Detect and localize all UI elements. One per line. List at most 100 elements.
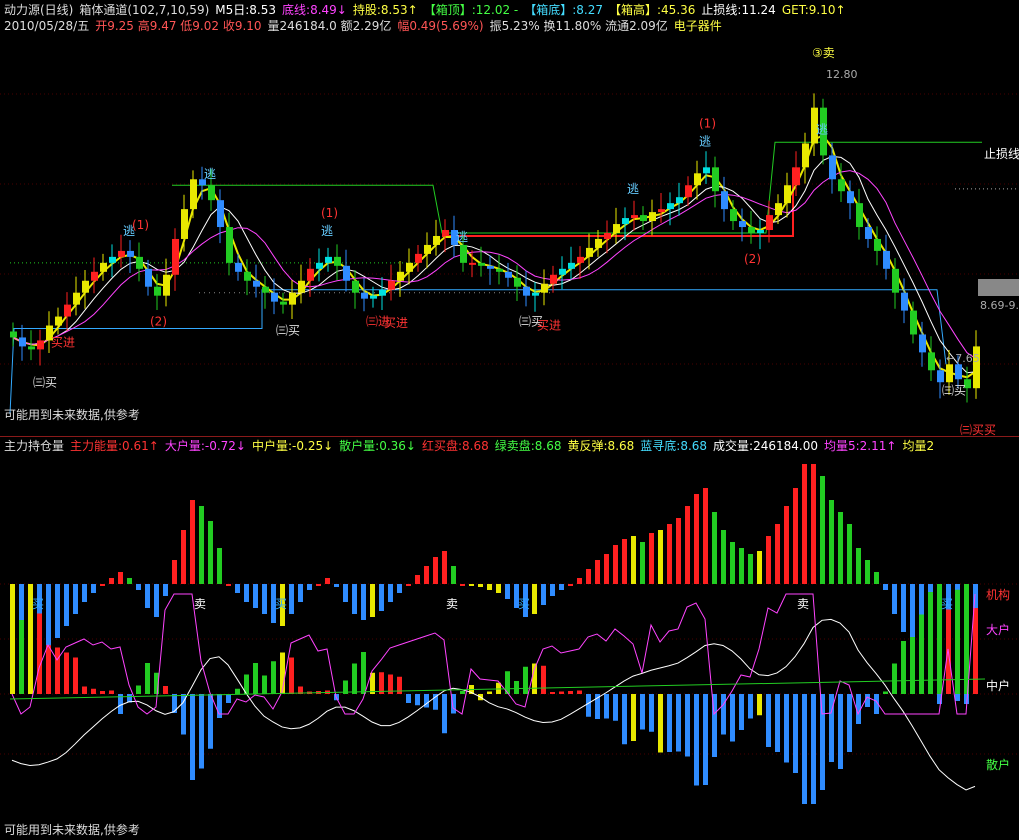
volume-bar xyxy=(568,584,573,586)
candle-body xyxy=(388,280,395,290)
volume-bar xyxy=(406,584,411,586)
volume-bar xyxy=(487,584,492,590)
volume-bar xyxy=(847,524,852,584)
candle-body xyxy=(649,212,656,222)
volume-bar xyxy=(739,548,744,584)
candle-body xyxy=(703,167,710,174)
position-bar xyxy=(802,694,807,804)
candle-body xyxy=(208,185,215,201)
candle-body xyxy=(109,256,116,263)
position-bar xyxy=(19,620,24,694)
header-line2-item-3: 幅0.49(5.69%) xyxy=(397,19,484,33)
position-bar xyxy=(190,694,195,780)
trade-mark: 买 xyxy=(275,597,287,611)
volume-bar xyxy=(802,464,807,584)
position-bar xyxy=(703,694,708,785)
header-line2-item-5: 电子器件 xyxy=(673,19,722,33)
position-bar xyxy=(91,688,96,694)
candle-body xyxy=(901,292,908,311)
volume-bar xyxy=(172,560,177,584)
header-line1-item-7: 【箱高】:45.36 xyxy=(609,3,696,17)
candle-body xyxy=(55,316,62,326)
volume-bar xyxy=(73,584,78,614)
candle-body xyxy=(154,286,161,296)
candle-body xyxy=(514,277,521,287)
position-volume-chart[interactable]: 买 卖 买 卖 买 卖 买 机构大户中户散户 可能用到未来数据,供参考 xyxy=(0,454,1019,840)
position-bar xyxy=(586,694,591,717)
volume-bar xyxy=(199,506,204,584)
candle-body xyxy=(469,262,476,265)
position-bar xyxy=(604,694,609,719)
candle-body xyxy=(676,197,683,204)
position-bar xyxy=(649,694,654,732)
position-bar xyxy=(163,686,168,694)
volume-bar xyxy=(892,584,897,614)
range-tag-label: 8.69-9. xyxy=(980,299,1019,312)
header-line1-item-2: M5日:8.53 xyxy=(215,3,277,17)
candle-body xyxy=(100,262,107,272)
candle-body xyxy=(235,262,242,272)
header-line1-item-4: 持股:8.53↑ xyxy=(352,3,418,17)
candle-body xyxy=(568,262,575,269)
volume-bar xyxy=(298,584,303,602)
volume-bar xyxy=(775,524,780,584)
candle-body xyxy=(892,268,899,293)
volume-bar xyxy=(55,584,60,638)
header-line1-item-3: 底线:8.49↓ xyxy=(282,3,347,17)
position-bar xyxy=(676,694,681,752)
position-bar xyxy=(226,694,231,703)
candle-body xyxy=(694,173,701,186)
candle-body xyxy=(190,179,197,210)
candle-body xyxy=(289,292,296,305)
candle-body xyxy=(280,301,287,305)
range-tag-box xyxy=(978,279,1019,296)
volume-bar xyxy=(127,578,132,584)
candle-body xyxy=(793,167,800,186)
volume-bar xyxy=(325,578,330,584)
candle-body xyxy=(631,215,638,219)
volume-bar xyxy=(100,584,105,586)
signal-label: 逃 xyxy=(204,167,216,181)
volume-bar xyxy=(667,524,672,584)
header-line1-item-8: 止损线:11.24 xyxy=(701,3,776,17)
signal-label: 买进 xyxy=(51,336,75,350)
candle-body xyxy=(334,256,341,266)
position-bar xyxy=(379,672,384,694)
volume-bar xyxy=(451,566,456,584)
volume-bar xyxy=(712,512,717,584)
signal-label: 买进 xyxy=(384,316,408,330)
header-line2-item-2: 量246184.0 额2.29亿 xyxy=(267,19,392,33)
position-bar xyxy=(847,694,852,752)
position-bar xyxy=(37,613,42,694)
candle-body xyxy=(460,244,467,263)
candle-body xyxy=(370,295,377,299)
trade-mark: 买 xyxy=(32,597,44,611)
candlestick-chart[interactable]: 逃逃逃 逃逃逃逃(1)(1)(1)(2)(2)买进㈢买㈢买㈢进买进 ㈢买买进㈢买㈢买… xyxy=(0,34,1019,436)
candle-body xyxy=(874,238,881,251)
candle-body xyxy=(127,250,134,257)
volume-bar xyxy=(397,584,402,593)
volume-bar xyxy=(685,506,690,584)
volume-bar xyxy=(388,584,393,602)
candle-body xyxy=(955,364,962,380)
header-line1-item-0: 动力源(日线) xyxy=(4,3,74,17)
position-bar xyxy=(973,608,978,694)
candle-body xyxy=(37,340,44,350)
candle-body xyxy=(604,233,611,239)
volume-bar xyxy=(649,533,654,584)
sell-three-label: ③卖 xyxy=(812,46,835,60)
position-bar xyxy=(100,691,105,694)
candle-body xyxy=(766,215,773,231)
candle-body xyxy=(64,304,71,317)
row-label: 大户 xyxy=(986,622,1010,637)
candle-body xyxy=(316,262,323,269)
volume-bar xyxy=(289,584,294,614)
candle-body xyxy=(226,227,233,263)
position-header-item-3: 中户量:-0.25↓ xyxy=(252,439,334,453)
candle-body xyxy=(136,256,143,269)
position-header-item-6: 绿卖盘:8.68 xyxy=(494,439,562,453)
volume-bar xyxy=(595,560,600,584)
position-bar xyxy=(145,663,150,694)
volume-bar xyxy=(505,584,510,599)
position-bar xyxy=(622,694,627,745)
